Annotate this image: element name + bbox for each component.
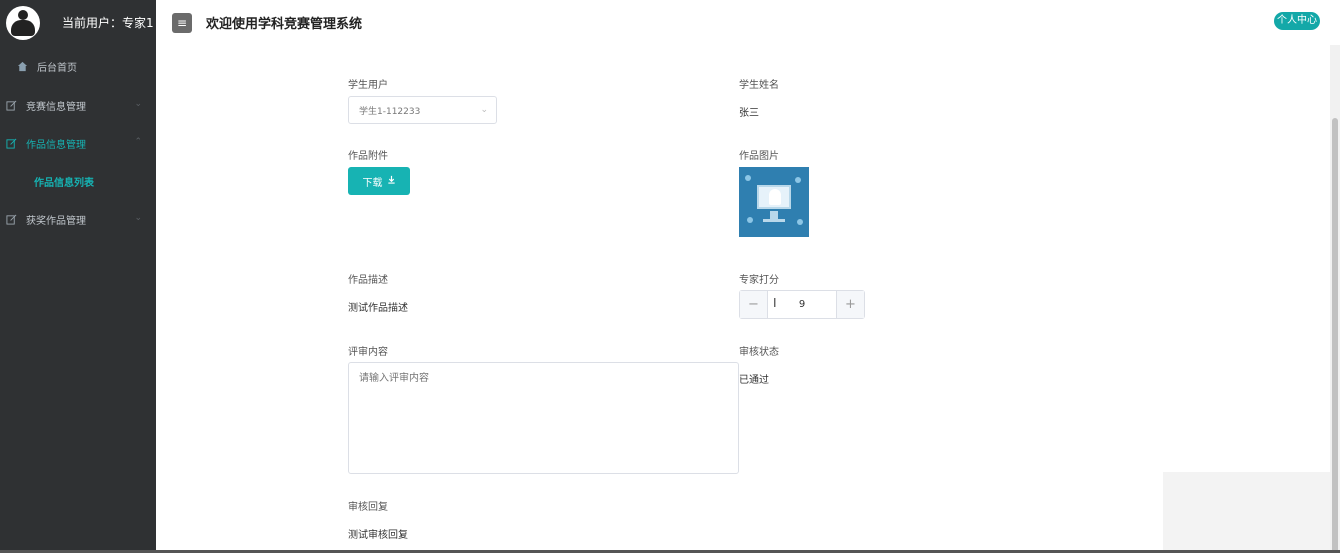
- description-value: 测试作品描述: [348, 303, 408, 314]
- description-label: 作品描述: [348, 275, 388, 286]
- sidebar-item-competition[interactable]: 竞赛信息管理 ⌄: [0, 86, 156, 124]
- student-user-label: 学生用户: [348, 80, 388, 91]
- home-icon: [16, 60, 28, 72]
- profile-button[interactable]: 个人中心: [1274, 12, 1320, 30]
- avatar[interactable]: [6, 5, 40, 40]
- scrollbar-thumb[interactable]: [1332, 118, 1338, 553]
- sidebar-item-works[interactable]: 作品信息管理 ⌃: [0, 124, 156, 162]
- image-label: 作品图片: [739, 151, 779, 162]
- edit-icon: [5, 99, 17, 111]
- sidebar-item-home[interactable]: 后台首页: [0, 46, 156, 86]
- chevron-down-icon: ⌄: [134, 99, 142, 109]
- current-user-label: 当前用户：专家1: [62, 16, 154, 30]
- menu-toggle-icon[interactable]: ≡: [172, 12, 192, 33]
- review-content-input[interactable]: [348, 362, 739, 474]
- audit-reply-value: 测试审核回复: [348, 530, 408, 541]
- sidebar: 当前用户：专家1 后台首页 竞赛信息管理 ⌄ 作品信息管理 ⌃ 作品信息列表 获…: [0, 0, 156, 553]
- score-label: 专家打分: [739, 275, 779, 286]
- review-content-label: 评审内容: [348, 347, 388, 358]
- score-stepper[interactable]: − I 9 +: [739, 290, 865, 319]
- sidebar-item-label: 后台首页: [37, 62, 77, 74]
- score-value: 9: [798, 299, 806, 310]
- audit-status-value: 已通过: [739, 375, 769, 386]
- background-panel: [1163, 472, 1330, 553]
- sidebar-item-label: 作品信息列表: [34, 177, 94, 189]
- chevron-up-icon: ⌃: [134, 137, 142, 147]
- page-scrollbar[interactable]: [1330, 45, 1340, 553]
- work-image[interactable]: [739, 167, 809, 237]
- sidebar-item-label: 作品信息管理: [26, 139, 86, 151]
- sidebar-item-label: 获奖作品管理: [26, 215, 86, 227]
- score-input[interactable]: I 9: [768, 291, 836, 318]
- sidebar-item-works-list[interactable]: 作品信息列表: [0, 162, 156, 200]
- student-user-value: 学生1-112233: [359, 106, 421, 117]
- student-name-label: 学生姓名: [739, 80, 779, 91]
- audit-status-label: 审核状态: [739, 347, 779, 358]
- chevron-down-icon: ⌄: [480, 105, 488, 115]
- sidebar-item-awards[interactable]: 获奖作品管理 ⌄: [0, 200, 156, 238]
- attachment-label: 作品附件: [348, 151, 388, 162]
- edit-icon: [5, 137, 17, 149]
- download-icon: [387, 175, 396, 187]
- page-title: 欢迎使用学科竞赛管理系统: [206, 17, 363, 32]
- student-name-value: 张三: [739, 108, 759, 119]
- download-button[interactable]: 下载: [348, 167, 410, 195]
- decrease-button[interactable]: −: [740, 291, 768, 318]
- chevron-down-icon: ⌄: [134, 213, 142, 223]
- sidebar-menu: 后台首页 竞赛信息管理 ⌄ 作品信息管理 ⌃ 作品信息列表 获奖作品管理 ⌄: [0, 46, 156, 238]
- sidebar-item-label: 竞赛信息管理: [26, 101, 86, 113]
- sidebar-header: 当前用户：专家1: [0, 0, 156, 45]
- student-user-select[interactable]: 学生1-112233 ⌄: [348, 96, 497, 124]
- edit-icon: [5, 213, 17, 225]
- audit-reply-label: 审核回复: [348, 502, 388, 513]
- increase-button[interactable]: +: [836, 291, 864, 318]
- top-header: ≡ 欢迎使用学科竞赛管理系统 个人中心: [156, 0, 1340, 45]
- text-cursor-icon: I: [773, 296, 777, 310]
- download-label: 下载: [362, 177, 383, 189]
